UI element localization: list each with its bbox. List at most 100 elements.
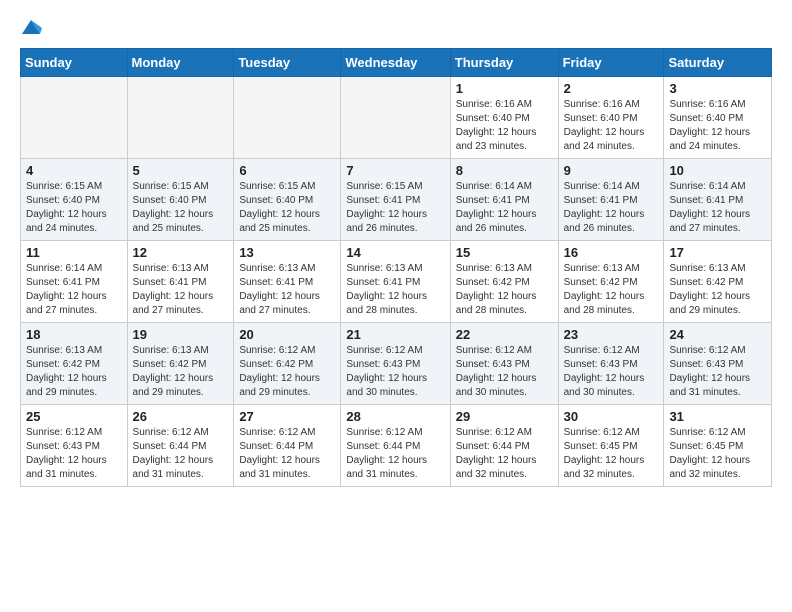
day-info: Sunrise: 6:13 AM Sunset: 6:41 PM Dayligh… — [133, 262, 229, 318]
day-number: 31 — [669, 409, 766, 424]
day-info: Sunrise: 6:13 AM Sunset: 6:41 PM Dayligh… — [239, 262, 335, 318]
day-info: Sunrise: 6:14 AM Sunset: 6:41 PM Dayligh… — [669, 180, 766, 236]
calendar-cell: 14 Sunrise: 6:13 AM Sunset: 6:41 PM Dayli… — [341, 241, 450, 323]
day-info: Sunrise: 6:12 AM Sunset: 6:45 PM Dayligh… — [564, 426, 659, 482]
day-info: Sunrise: 6:15 AM Sunset: 6:40 PM Dayligh… — [239, 180, 335, 236]
calendar-header-row: SundayMondayTuesdayWednesdayThursdayFrid… — [21, 49, 772, 77]
calendar-cell: 21Sunrise: 6:12 AM Sunset: 6:43 PM Dayli… — [341, 323, 450, 405]
day-info: Sunrise: 6:12 AM Sunset: 6:45 PM Dayligh… — [669, 426, 766, 482]
day-number: 1 — [456, 81, 553, 96]
day-info: Sunrise: 6:16 AM Sunset: 6:40 PM Dayligh… — [456, 98, 553, 154]
calendar-cell: 4Sunrise: 6:15 AM Sunset: 6:40 PM Daylig… — [21, 159, 128, 241]
day-number: 19 — [133, 327, 229, 342]
day-info: Sunrise: 6:12 AM Sunset: 6:43 PM Dayligh… — [346, 344, 444, 400]
day-info: Sunrise: 6:12 AM Sunset: 6:42 PM Dayligh… — [239, 344, 335, 400]
day-number: 27 — [239, 409, 335, 424]
day-info: Sunrise: 6:13 AM Sunset: 6:42 PM Dayligh… — [669, 262, 766, 318]
calendar-cell: 28Sunrise: 6:12 AM Sunset: 6:44 PM Dayli… — [341, 405, 450, 487]
day-info: Sunrise: 6:14 AM Sunset: 6:41 PM Dayligh… — [564, 180, 659, 236]
day-number: 23 — [564, 327, 659, 342]
day-number: 14 — [346, 245, 444, 260]
day-number: 2 — [564, 81, 659, 96]
calendar-cell: 26 Sunrise: 6:12 AM Sunset: 6:44 PM Dayli… — [127, 405, 234, 487]
day-number: 24 — [669, 327, 766, 342]
day-number: 29 — [456, 409, 553, 424]
day-number: 17 — [669, 245, 766, 260]
day-info: Sunrise: 6:16 AM Sunset: 6:40 PM Dayligh… — [669, 98, 766, 154]
calendar-cell: 7Sunrise: 6:15 AM Sunset: 6:41 PM Daylig… — [341, 159, 450, 241]
calendar-cell: 27Sunrise: 6:12 AM Sunset: 6:44 PM Dayli… — [234, 405, 341, 487]
logo — [20, 16, 44, 38]
calendar-cell — [127, 77, 234, 159]
day-number: 26 — [133, 409, 229, 424]
day-number: 8 — [456, 163, 553, 178]
calendar-cell: 9 Sunrise: 6:14 AM Sunset: 6:41 PM Daylig… — [558, 159, 664, 241]
day-number: 10 — [669, 163, 766, 178]
day-number: 7 — [346, 163, 444, 178]
day-number: 9 — [564, 163, 659, 178]
day-info: Sunrise: 6:12 AM Sunset: 6:44 PM Dayligh… — [456, 426, 553, 482]
calendar-row: 4Sunrise: 6:15 AM Sunset: 6:40 PM Daylig… — [21, 159, 772, 241]
day-number: 6 — [239, 163, 335, 178]
calendar-cell: 31 Sunrise: 6:12 AM Sunset: 6:45 PM Dayli… — [664, 405, 772, 487]
day-info: Sunrise: 6:12 AM Sunset: 6:44 PM Dayligh… — [346, 426, 444, 482]
calendar-cell: 13 Sunrise: 6:13 AM Sunset: 6:41 PM Dayli… — [234, 241, 341, 323]
day-number: 16 — [564, 245, 659, 260]
calendar-cell: 18Sunrise: 6:13 AM Sunset: 6:42 PM Dayli… — [21, 323, 128, 405]
calendar-row: 11Sunrise: 6:14 AM Sunset: 6:41 PM Dayli… — [21, 241, 772, 323]
calendar-cell: 11Sunrise: 6:14 AM Sunset: 6:41 PM Dayli… — [21, 241, 128, 323]
calendar-row: 18 Sunrise: 6:13 AM Sunset: 6:42 PM Dayli… — [21, 323, 772, 405]
calendar-cell: 17 Sunrise: 6:13 AM Sunset: 6:42 PM Dayli… — [664, 241, 772, 323]
day-number: 18 — [26, 327, 122, 342]
calendar-cell: 3 Sunrise: 6:16 AM Sunset: 6:40 PM Daylig… — [664, 77, 772, 159]
logo-icon — [20, 16, 42, 38]
day-number: 20 — [239, 327, 335, 342]
day-number: 13 — [239, 245, 335, 260]
page: SundayMondayTuesdayWednesdayThursdayFrid… — [0, 0, 792, 612]
calendar-cell: 16 Sunrise: 6:13 AM Sunset: 6:42 PM Dayli… — [558, 241, 664, 323]
weekday-header: Sunday — [21, 49, 128, 77]
day-number: 22 — [456, 327, 553, 342]
day-info: Sunrise: 6:16 AM Sunset: 6:40 PM Dayligh… — [564, 98, 659, 154]
day-number: 11 — [26, 245, 122, 260]
calendar-cell — [21, 77, 128, 159]
calendar-cell: 8Sunrise: 6:14 AM Sunset: 6:41 PM Daylig… — [450, 159, 558, 241]
day-info: Sunrise: 6:13 AM Sunset: 6:42 PM Dayligh… — [564, 262, 659, 318]
day-number: 12 — [133, 245, 229, 260]
day-number: 30 — [564, 409, 659, 424]
calendar-row: 25Sunrise: 6:12 AM Sunset: 6:43 PM Dayli… — [21, 405, 772, 487]
calendar-cell: 6 Sunrise: 6:15 AM Sunset: 6:40 PM Daylig… — [234, 159, 341, 241]
day-info: Sunrise: 6:15 AM Sunset: 6:40 PM Dayligh… — [26, 180, 122, 236]
weekday-header: Wednesday — [341, 49, 450, 77]
calendar-cell — [341, 77, 450, 159]
calendar-cell: 19 Sunrise: 6:13 AM Sunset: 6:42 PM Dayli… — [127, 323, 234, 405]
calendar-cell: 12 Sunrise: 6:13 AM Sunset: 6:41 PM Dayli… — [127, 241, 234, 323]
calendar-cell: 23Sunrise: 6:12 AM Sunset: 6:43 PM Dayli… — [558, 323, 664, 405]
calendar-cell: 15 Sunrise: 6:13 AM Sunset: 6:42 PM Dayli… — [450, 241, 558, 323]
day-info: Sunrise: 6:13 AM Sunset: 6:41 PM Dayligh… — [346, 262, 444, 318]
weekday-header: Tuesday — [234, 49, 341, 77]
weekday-header: Friday — [558, 49, 664, 77]
calendar-cell: 10 Sunrise: 6:14 AM Sunset: 6:41 PM Dayli… — [664, 159, 772, 241]
calendar-cell: 25Sunrise: 6:12 AM Sunset: 6:43 PM Dayli… — [21, 405, 128, 487]
day-number: 5 — [133, 163, 229, 178]
day-number: 15 — [456, 245, 553, 260]
day-info: Sunrise: 6:12 AM Sunset: 6:44 PM Dayligh… — [133, 426, 229, 482]
calendar-cell: 2 Sunrise: 6:16 AM Sunset: 6:40 PM Daylig… — [558, 77, 664, 159]
day-number: 3 — [669, 81, 766, 96]
day-info: Sunrise: 6:12 AM Sunset: 6:43 PM Dayligh… — [456, 344, 553, 400]
calendar-cell: 30 Sunrise: 6:12 AM Sunset: 6:45 PM Dayli… — [558, 405, 664, 487]
calendar-cell: 24 Sunrise: 6:12 AM Sunset: 6:43 PM Dayli… — [664, 323, 772, 405]
calendar-cell: 29 Sunrise: 6:12 AM Sunset: 6:44 PM Dayli… — [450, 405, 558, 487]
day-info: Sunrise: 6:13 AM Sunset: 6:42 PM Dayligh… — [133, 344, 229, 400]
calendar-cell: 20 Sunrise: 6:12 AM Sunset: 6:42 PM Dayli… — [234, 323, 341, 405]
weekday-header: Thursday — [450, 49, 558, 77]
day-info: Sunrise: 6:15 AM Sunset: 6:40 PM Dayligh… — [133, 180, 229, 236]
header — [20, 16, 772, 38]
day-info: Sunrise: 6:13 AM Sunset: 6:42 PM Dayligh… — [456, 262, 553, 318]
weekday-header: Monday — [127, 49, 234, 77]
calendar-row: 1 Sunrise: 6:16 AM Sunset: 6:40 PM Daylig… — [21, 77, 772, 159]
day-info: Sunrise: 6:12 AM Sunset: 6:43 PM Dayligh… — [669, 344, 766, 400]
weekday-header: Saturday — [664, 49, 772, 77]
day-number: 25 — [26, 409, 122, 424]
